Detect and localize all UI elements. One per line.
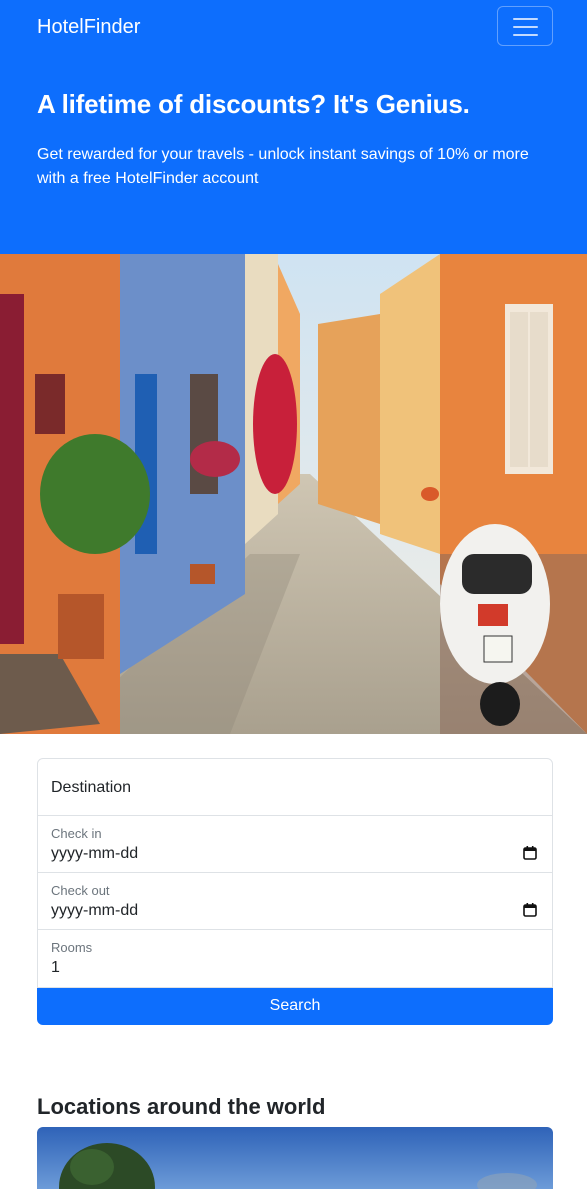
checkout-value: yyyy-mm-dd — [51, 902, 139, 919]
rooms-value: 1 — [51, 959, 60, 976]
hero-banner: HotelFinder A lifetime of discounts? It'… — [0, 0, 587, 254]
brand-logo[interactable]: HotelFinder — [37, 16, 140, 38]
hero-photo — [0, 254, 587, 734]
navbar: HotelFinder — [0, 0, 587, 54]
calendar-icon[interactable] — [523, 903, 537, 917]
checkout-label: Check out — [51, 883, 110, 898]
checkin-value: yyyy-mm-dd — [51, 845, 139, 862]
rooms-label: Rooms — [51, 940, 93, 955]
search-button[interactable]: Search — [37, 987, 553, 1025]
calendar-icon[interactable] — [523, 846, 537, 860]
hero-title: A lifetime of discounts? It's Genius. — [37, 89, 470, 119]
hamburger-menu-icon — [513, 18, 538, 36]
checkin-label: Check in — [51, 826, 102, 841]
search-form: Destination Check in yyyy-mm-dd Check ou… — [37, 758, 553, 1025]
hero-subtitle: Get rewarded for your travels - unlock i… — [37, 146, 529, 187]
checkout-field[interactable]: Check out yyyy-mm-dd — [37, 872, 553, 930]
checkin-field[interactable]: Check in yyyy-mm-dd — [37, 815, 553, 873]
rooms-field[interactable]: Rooms 1 — [37, 929, 553, 988]
destination-field[interactable]: Destination — [37, 758, 553, 816]
menu-toggle-button[interactable] — [497, 6, 553, 46]
destination-placeholder: Destination — [51, 779, 132, 796]
locations-title: Locations around the world — [37, 1094, 326, 1119]
location-card-image[interactable] — [37, 1127, 553, 1189]
